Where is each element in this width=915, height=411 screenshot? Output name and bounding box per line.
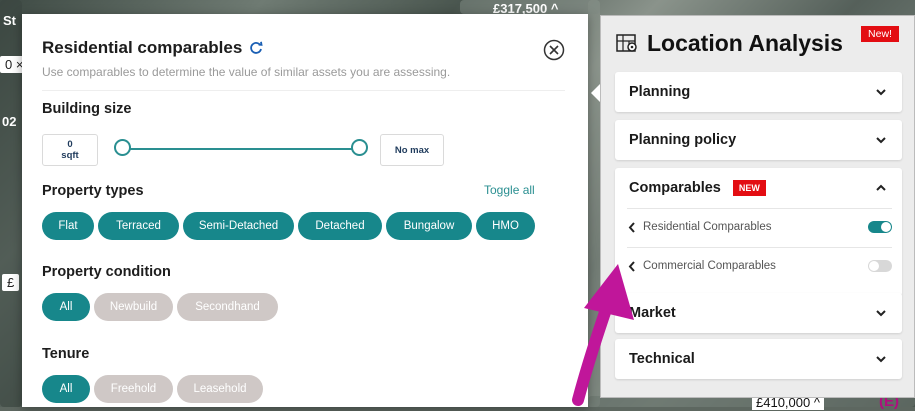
close-icon[interactable] xyxy=(543,39,565,61)
accordion-planning-label: Planning xyxy=(629,84,691,100)
building-size-max-label: No max xyxy=(394,144,430,156)
accordion-planning-policy[interactable]: Planning policy xyxy=(615,120,902,160)
building-size-heading: Building size xyxy=(42,101,132,117)
chip-hmo[interactable]: HMO xyxy=(476,212,535,240)
chevron-down-icon xyxy=(876,310,886,317)
chevron-down-icon xyxy=(876,89,886,96)
building-size-min-input[interactable]: 0 sqft xyxy=(42,134,98,166)
chip-flat[interactable]: Flat xyxy=(42,212,94,240)
chip-condition-all[interactable]: All xyxy=(42,293,90,321)
annotation-arrow-icon xyxy=(572,264,634,406)
accordion-comparables-label: Comparables xyxy=(629,180,721,196)
property-condition-heading: Property condition xyxy=(42,264,171,280)
chevron-left-icon xyxy=(628,222,635,233)
chip-terraced[interactable]: Terraced xyxy=(98,212,179,240)
building-size-max-input[interactable]: No max xyxy=(380,134,444,166)
new-flag-badge: New! xyxy=(861,26,899,42)
accordion-planning-policy-label: Planning policy xyxy=(629,132,737,148)
map-label-left-2: St xyxy=(3,13,16,28)
chip-semi-detached[interactable]: Semi-Detached xyxy=(183,212,294,240)
panel-pointer-caret xyxy=(591,84,600,102)
residential-comparables-row[interactable]: Residential Comparables xyxy=(627,208,892,247)
building-size-min-handle[interactable] xyxy=(114,139,131,156)
tenure-heading: Tenure xyxy=(42,346,90,362)
accordion-comparables-header[interactable]: Comparables NEW xyxy=(629,168,766,208)
map-pin-icon xyxy=(616,33,637,52)
building-size-slider-track[interactable] xyxy=(123,148,359,150)
commercial-comparables-row[interactable]: Commercial Comparables xyxy=(627,247,892,286)
chip-tenure-all[interactable]: All xyxy=(42,375,90,403)
map-label-left-3: 02 xyxy=(2,114,17,129)
chip-detached[interactable]: Detached xyxy=(298,212,382,240)
building-size-min-unit: sqft xyxy=(61,150,79,161)
chip-newbuild[interactable]: Newbuild xyxy=(94,293,173,321)
chip-leasehold[interactable]: Leasehold xyxy=(177,375,263,403)
accordion-technical[interactable]: Technical xyxy=(615,339,902,379)
toggle-all-link[interactable]: Toggle all xyxy=(484,183,535,197)
chip-freehold[interactable]: Freehold xyxy=(94,375,173,403)
residential-comparables-panel: Residential comparables Use comparables … xyxy=(22,14,588,407)
comparables-title: Residential comparables xyxy=(42,38,243,57)
refresh-icon[interactable] xyxy=(248,40,264,56)
section-divider xyxy=(42,90,565,91)
accordion-planning[interactable]: Planning xyxy=(615,72,902,112)
building-size-min-value: 0 xyxy=(67,139,73,150)
map-label-left-4: £ xyxy=(2,274,20,291)
location-analysis-title: Location Analysis xyxy=(647,30,843,56)
chip-secondhand[interactable]: Secondhand xyxy=(177,293,278,321)
chevron-down-icon xyxy=(876,137,886,144)
commercial-comparables-label: Commercial Comparables xyxy=(643,260,776,272)
chevron-down-icon xyxy=(876,356,886,363)
building-size-max-handle[interactable] xyxy=(351,139,368,156)
accordion-market[interactable]: Market xyxy=(615,293,902,333)
residential-comparables-label: Residential Comparables xyxy=(643,221,772,233)
commercial-comparables-toggle[interactable] xyxy=(868,260,892,272)
residential-comparables-toggle[interactable] xyxy=(868,221,892,233)
accordion-comparables[interactable]: Comparables NEW Residential Comparables … xyxy=(615,168,902,296)
comparables-new-badge: NEW xyxy=(732,180,766,196)
property-types-heading: Property types xyxy=(42,183,144,199)
comparables-subtitle: Use comparables to determine the value o… xyxy=(42,65,451,79)
chevron-up-icon xyxy=(876,184,886,191)
chip-bungalow[interactable]: Bungalow xyxy=(386,212,472,240)
